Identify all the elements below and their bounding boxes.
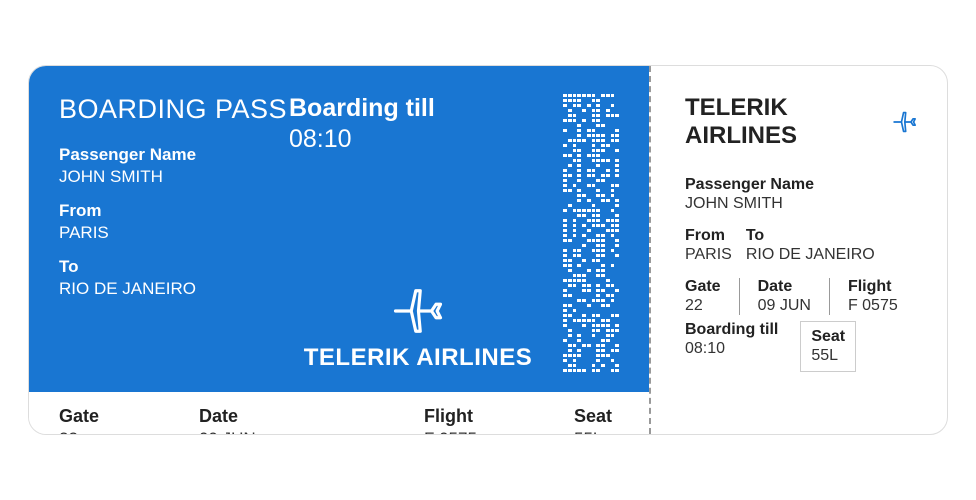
from-value: PARIS [59,223,289,243]
boarding-label: Boarding till [289,94,547,123]
stub-section: TELERIK AIRLINES Passenger Name JOHN SMI… [651,66,947,434]
date-value: 09 JUN [199,429,424,435]
stub-header: TELERIK AIRLINES [685,94,917,150]
stub-passenger-label: Passenger Name [685,176,917,194]
stub-to-value: RIO DE JANEIRO [746,246,875,264]
stub-bottom-row: Boarding till 08:10 Seat 55L [685,321,917,372]
stub-gate-value: 22 [685,297,721,315]
barcode [563,94,619,372]
gate-label: Gate [59,406,199,427]
stub-flight-value: F 0575 [848,297,898,315]
stub-gate-date-flight-row: Gate 22 Date 09 JUN Flight F 0575 [685,278,917,315]
main-mid-column: Boarding till 08:10 TELERIK AIRLINES [289,94,547,372]
stub-from-field: From PARIS [685,227,732,264]
stub-passenger-field: Passenger Name JOHN SMITH [685,176,917,213]
seat-value: 55L [574,429,612,435]
boarding-pass-title: BOARDING PASS [59,94,289,125]
seat-label: Seat [574,406,612,427]
to-value: RIO DE JANEIRO [59,279,289,299]
date-label: Date [199,406,424,427]
airline-name-stub: TELERIK AIRLINES [685,94,884,150]
stub-passenger-value: JOHN SMITH [685,195,917,213]
stub-date-value: 09 JUN [758,297,811,315]
stub-from-label: From [685,227,732,245]
stub-flight-field: Flight F 0575 [848,278,898,315]
seat-field: Seat 55L [574,406,612,435]
stub-to-label: To [746,227,875,245]
passenger-label: Passenger Name [59,145,289,165]
from-field: From PARIS [59,201,289,243]
stub-gate-field: Gate 22 [685,278,721,315]
passenger-value: JOHN SMITH [59,167,289,187]
to-label: To [59,257,289,277]
flight-field: Flight F 0575 [424,406,574,435]
stub-seat-value: 55L [811,347,845,365]
stub-seat-box: Seat 55L [800,321,856,372]
to-field: To RIO DE JANEIRO [59,257,289,299]
boarding-time: 08:10 [289,125,547,154]
vertical-separator [739,278,740,315]
date-field: Date 09 JUN [199,406,424,435]
boarding-pass: BOARDING PASS Passenger Name JOHN SMITH … [28,65,948,435]
airline-name-main: TELERIK AIRLINES [289,344,547,372]
stub-date-field: Date 09 JUN [758,278,811,315]
stub-boarding-value: 08:10 [685,340,778,358]
passenger-field: Passenger Name JOHN SMITH [59,145,289,187]
vertical-separator [829,278,830,315]
main-top-panel: BOARDING PASS Passenger Name JOHN SMITH … [29,66,649,392]
main-section: BOARDING PASS Passenger Name JOHN SMITH … [29,66,649,434]
flight-label: Flight [424,406,574,427]
stub-date-label: Date [758,278,811,296]
stub-from-value: PARIS [685,246,732,264]
flight-value: F 0575 [424,429,574,435]
stub-from-to-row: From PARIS To RIO DE JANEIRO [685,227,917,264]
stub-gate-label: Gate [685,278,721,296]
stub-boarding-field: Boarding till 08:10 [685,321,778,358]
gate-value: 22 [59,429,199,435]
airplane-icon [391,284,445,338]
stub-flight-label: Flight [848,278,898,296]
stub-boarding-label: Boarding till [685,321,778,339]
from-label: From [59,201,289,221]
main-bottom-panel: Gate 22 Date 09 JUN Flight F 0575 Seat 5… [29,392,649,435]
airplane-icon [892,108,917,136]
main-left-column: BOARDING PASS Passenger Name JOHN SMITH … [59,94,289,372]
stub-seat-label: Seat [811,328,845,346]
airline-brand: TELERIK AIRLINES [289,284,547,372]
stub-to-field: To RIO DE JANEIRO [746,227,875,264]
gate-field: Gate 22 [59,406,199,435]
